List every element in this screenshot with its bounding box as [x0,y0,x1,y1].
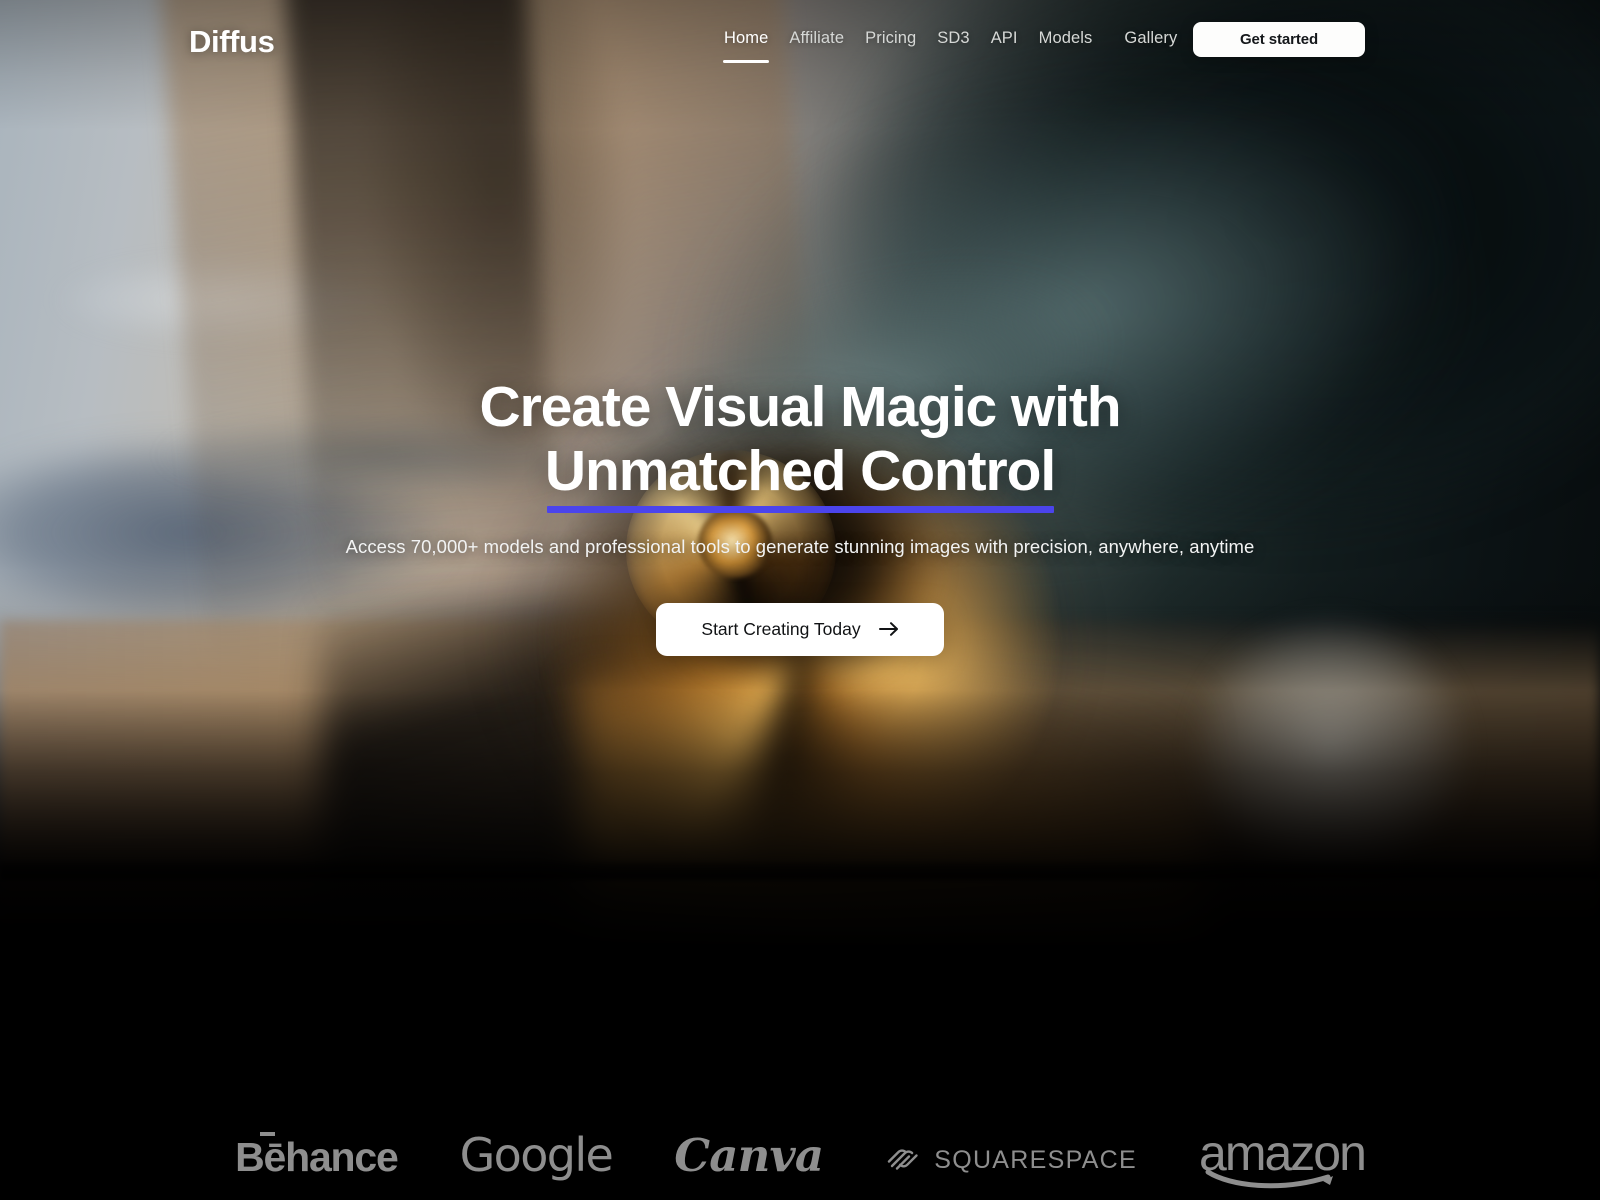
nav-item-gallery[interactable]: Gallery [1124,29,1177,48]
nav-item-sd3[interactable]: SD3 [937,29,969,48]
squarespace-wordmark: SQUARESPACE [934,1146,1138,1174]
logo-squarespace: SQUARESPACE [885,1143,1137,1178]
canva-wordmark: Canva [674,1129,824,1182]
headline-line-2-wrapper: Unmatched Control [544,439,1056,513]
behance-wordmark: Bēhance [235,1134,399,1180]
hero-section: Create Visual Magic with Unmatched Contr… [0,0,1600,656]
cta-label: Start Creating Today [701,618,861,639]
logo-amazon: amazon [1199,1128,1367,1189]
logo-behance: Bēhance [235,1132,399,1180]
hero-subheadline: Access 70,000+ models and professional t… [345,535,1255,557]
nav-links: Home Affiliate Pricing SD3 API Models Ga… [722,29,1177,63]
start-creating-today-button[interactable]: Start Creating Today [656,602,944,656]
nav-item-api[interactable]: API [991,29,1018,48]
landing-page: Diffus Home Affiliate Pricing SD3 API Mo… [0,0,1600,1200]
partner-logo-strip: Bēhance Google Canva SQUARESPACE amazon [0,950,1600,1200]
nav-item-home[interactable]: Home [722,29,770,63]
headline-line-1: Create Visual Magic with [479,375,1122,439]
behance-macron [260,1132,276,1136]
squarespace-icon [885,1143,921,1178]
google-wordmark: Google [459,1128,614,1182]
get-started-button[interactable]: Get started [1193,22,1365,57]
brand-logo[interactable]: Diffus [189,24,275,60]
logo-canva: Canva [674,1129,824,1182]
headline-accent-underline [546,505,1055,513]
top-navigation-bar: Diffus Home Affiliate Pricing SD3 API Mo… [0,0,1600,80]
arrow-right-icon [878,621,899,637]
nav-item-models[interactable]: Models [1039,29,1093,48]
bottom-fade-to-black [0,690,1600,950]
hero-headline: Create Visual Magic with Unmatched Contr… [0,375,1600,513]
amazon-smile-icon [1205,1167,1355,1189]
logo-google: Google [459,1128,614,1182]
nav-item-pricing[interactable]: Pricing [865,29,916,48]
headline-line-2: Unmatched Control [544,439,1056,504]
nav-item-affiliate[interactable]: Affiliate [789,29,844,48]
